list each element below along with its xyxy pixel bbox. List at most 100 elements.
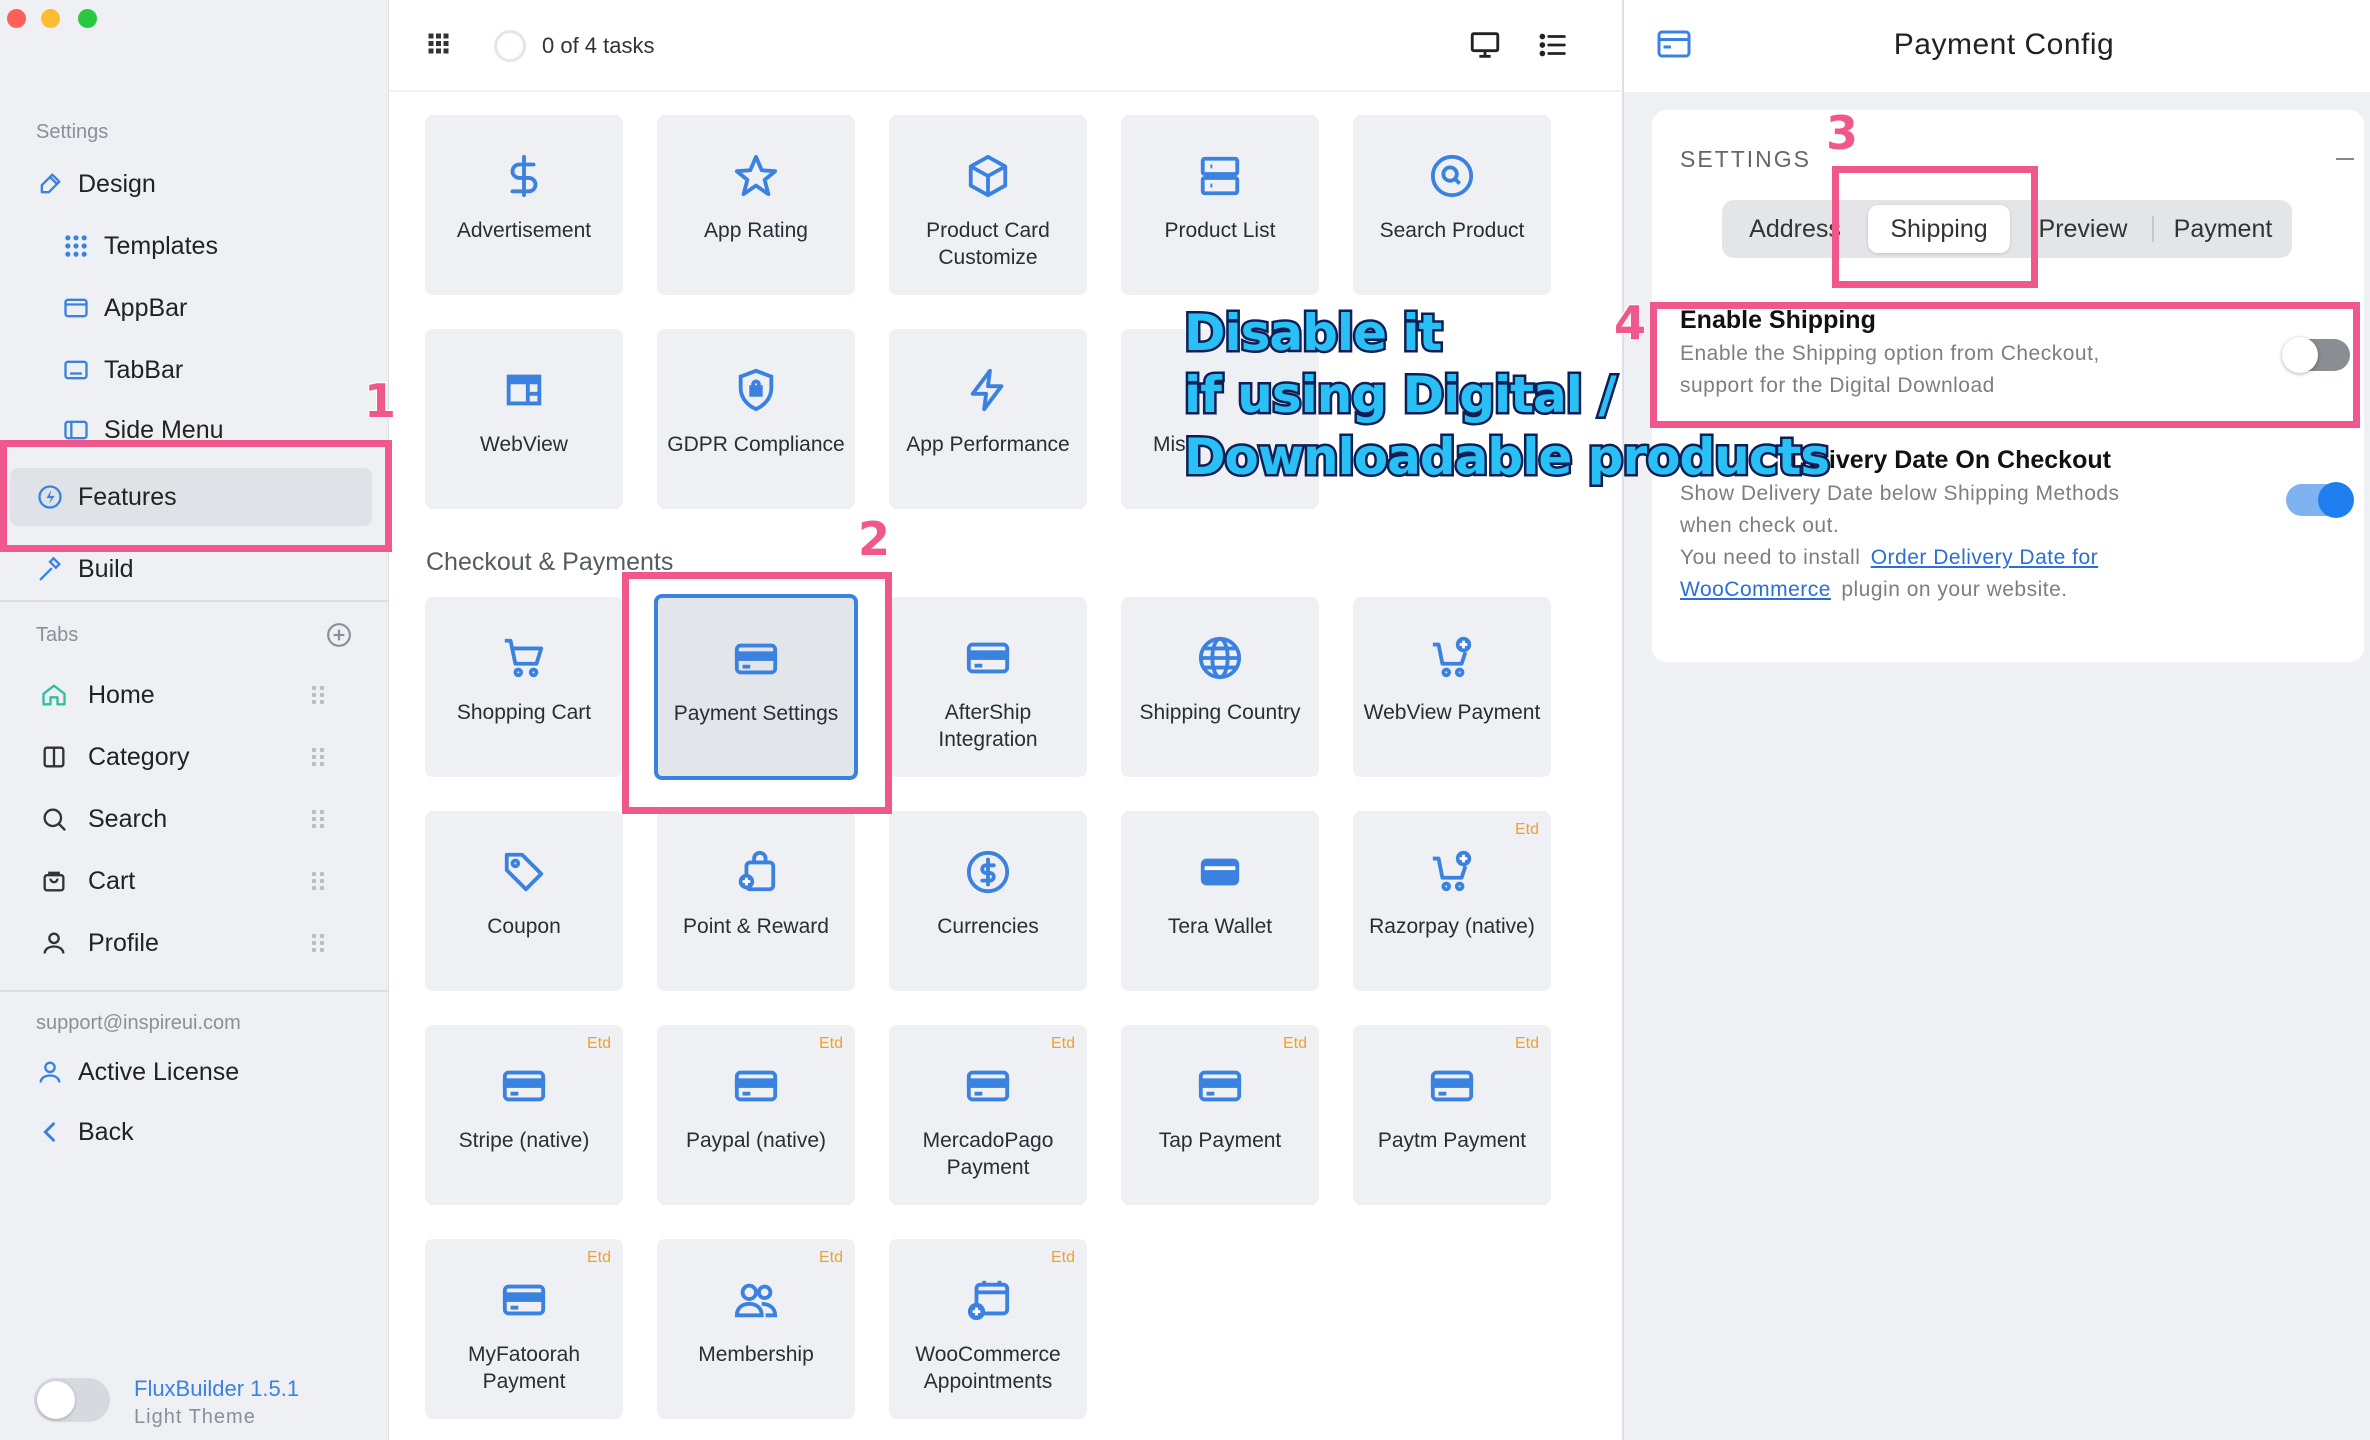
feature-tile-advertisement[interactable]: Advertisement [425, 115, 623, 295]
feature-label: Product List [1164, 219, 1276, 242]
feature-tile-shipping-country[interactable]: Shipping Country [1121, 597, 1319, 777]
tab-item-label: Profile [88, 928, 159, 957]
feature-tile-coupon[interactable]: Coupon [425, 811, 623, 991]
appbar-icon [62, 294, 90, 322]
etd-badge: Etd [1050, 1249, 1075, 1266]
tab-item-cart[interactable]: Cart [40, 855, 135, 907]
feature-tile-mercadopago[interactable]: Etd MercadoPago Payment [889, 1025, 1087, 1205]
category-icon [40, 743, 68, 771]
feature-tile-membership[interactable]: Etd Membership [657, 1239, 855, 1419]
tab-item-category[interactable]: Category [40, 731, 189, 783]
etd-badge: Etd [586, 1249, 611, 1266]
feature-tile-stripe[interactable]: Etd Stripe (native) [425, 1025, 623, 1205]
sidebar-item-label: Build [78, 555, 134, 583]
plugin-link[interactable]: WooCommerce [1680, 578, 1831, 601]
cart-plus-icon [1427, 847, 1477, 897]
feature-tile-product-list[interactable]: Product List [1121, 115, 1319, 295]
feature-tile-razorpay[interactable]: Etd Razorpay (native) [1353, 811, 1551, 991]
highlight-box-shipping-tab [1832, 166, 2038, 288]
sidebar-item-templates[interactable]: Templates [62, 220, 218, 272]
tag-icon [499, 847, 549, 897]
plugin-link[interactable]: Order Delivery Date for [1871, 546, 2098, 569]
drag-handle-icon[interactable] [312, 686, 326, 706]
feature-tile-paypal[interactable]: Etd Paypal (native) [657, 1025, 855, 1205]
sidebar-item-design[interactable]: Design [36, 158, 156, 210]
delivery-date-toggle[interactable] [2286, 482, 2354, 518]
desktop-icon[interactable] [1468, 28, 1502, 62]
progress-ring-icon [494, 30, 526, 62]
feature-tile-webview-payment[interactable]: WebView Payment [1353, 597, 1551, 777]
home-icon [40, 681, 68, 709]
window-minimize-button[interactable] [41, 9, 60, 28]
add-tab-icon[interactable] [326, 622, 352, 648]
feature-tile-currencies[interactable]: Currencies [889, 811, 1087, 991]
feature-label: Product Card Customize [926, 219, 1050, 269]
feature-label: Membership [698, 1343, 814, 1366]
credit-card-icon [499, 1275, 549, 1325]
sidebar-item-appbar[interactable]: AppBar [62, 282, 187, 334]
apps-grid-icon[interactable] [426, 31, 456, 61]
etd-badge: Etd [818, 1035, 843, 1052]
drag-handle-icon[interactable] [312, 872, 326, 892]
delivery-date-title: Delivery Date On Checkout [1790, 446, 2111, 474]
active-license-label: Active License [78, 1057, 240, 1086]
tasks-progress-text[interactable]: 0 of 4 tasks [542, 33, 655, 59]
tab-item-search[interactable]: Search [40, 793, 167, 845]
feature-label: Advertisement [456, 219, 592, 242]
hammer-icon [36, 556, 64, 584]
credit-card-icon [963, 1061, 1013, 1111]
window-close-button[interactable] [7, 9, 26, 28]
feature-tile-app-performance[interactable]: App Performance [889, 329, 1087, 509]
tabs-section-label: Tabs [36, 624, 79, 646]
back-label: Back [78, 1117, 134, 1146]
settings-label: SETTINGS [1680, 146, 1812, 172]
cart-plus-icon [1427, 633, 1477, 683]
panel-header: Payment Config [1624, 0, 2370, 92]
feature-tile-gdpr-compliance[interactable]: GDPR Compliance [657, 329, 855, 509]
app-version: FluxBuilder 1.5.1 [134, 1376, 300, 1401]
feature-tile-product-card-customize[interactable]: Product Card Customize [889, 115, 1087, 295]
back-link[interactable]: Back [36, 1106, 134, 1158]
feature-tile-point-reward[interactable]: Point & Reward [657, 811, 855, 991]
cart-icon [499, 633, 549, 683]
feature-label: App Performance [906, 433, 1070, 456]
feature-tile-tera-wallet[interactable]: Tera Wallet [1121, 811, 1319, 991]
feature-label: WebView [480, 433, 568, 456]
etd-badge: Etd [1514, 821, 1539, 838]
delivery-date-plugin-line: WooCommerce plugin on your website. [1680, 578, 2068, 602]
drag-handle-icon[interactable] [312, 810, 326, 830]
tab-item-home[interactable]: Home [40, 669, 155, 721]
feature-tile-webview[interactable]: WebView [425, 329, 623, 509]
active-license-link[interactable]: Active License [36, 1046, 239, 1098]
drag-handle-icon[interactable] [312, 934, 326, 954]
feature-tile-myfatoorah[interactable]: Etd MyFatoorah Payment [425, 1239, 623, 1419]
feature-label: Stripe (native) [458, 1129, 590, 1152]
theme-toggle[interactable] [34, 1378, 110, 1422]
feature-tile-aftership-integration[interactable]: AfterShip Integration [889, 597, 1087, 777]
feature-label: Tap Payment [1158, 1129, 1282, 1152]
toolbar: 0 of 4 tasks [390, 0, 1622, 92]
overlay-caption-line: Disable it [1181, 302, 1444, 365]
etd-badge: Etd [818, 1249, 843, 1266]
window-maximize-button[interactable] [78, 9, 97, 28]
feature-tile-shopping-cart[interactable]: Shopping Cart [425, 597, 623, 777]
tab-payment[interactable]: Payment [2154, 200, 2292, 258]
star-icon [731, 151, 781, 201]
feature-tile-search-product[interactable]: Search Product [1353, 115, 1551, 295]
collapse-button[interactable] [2336, 158, 2354, 160]
list-view-icon[interactable] [1536, 28, 1570, 62]
annotation-number: 1 [363, 373, 397, 429]
feature-tile-woocommerce-appointments[interactable]: Etd WooCommerce Appointments [889, 1239, 1087, 1419]
feature-label: Coupon [487, 915, 561, 938]
highlight-box-payment-settings [622, 572, 892, 814]
sidebar-item-label: Templates [104, 231, 218, 260]
overlay-caption-line: if using Digital / [1182, 364, 1620, 427]
feature-tile-paytm[interactable]: Etd Paytm Payment [1353, 1025, 1551, 1205]
drag-handle-icon[interactable] [312, 748, 326, 768]
credit-card-icon [1195, 1061, 1245, 1111]
feature-label: Razorpay (native) [1369, 915, 1535, 938]
sidebar-item-tabbar[interactable]: TabBar [62, 344, 183, 396]
feature-tile-app-rating[interactable]: App Rating [657, 115, 855, 295]
tab-item-profile[interactable]: Profile [40, 917, 159, 969]
feature-tile-tap-payment[interactable]: Etd Tap Payment [1121, 1025, 1319, 1205]
